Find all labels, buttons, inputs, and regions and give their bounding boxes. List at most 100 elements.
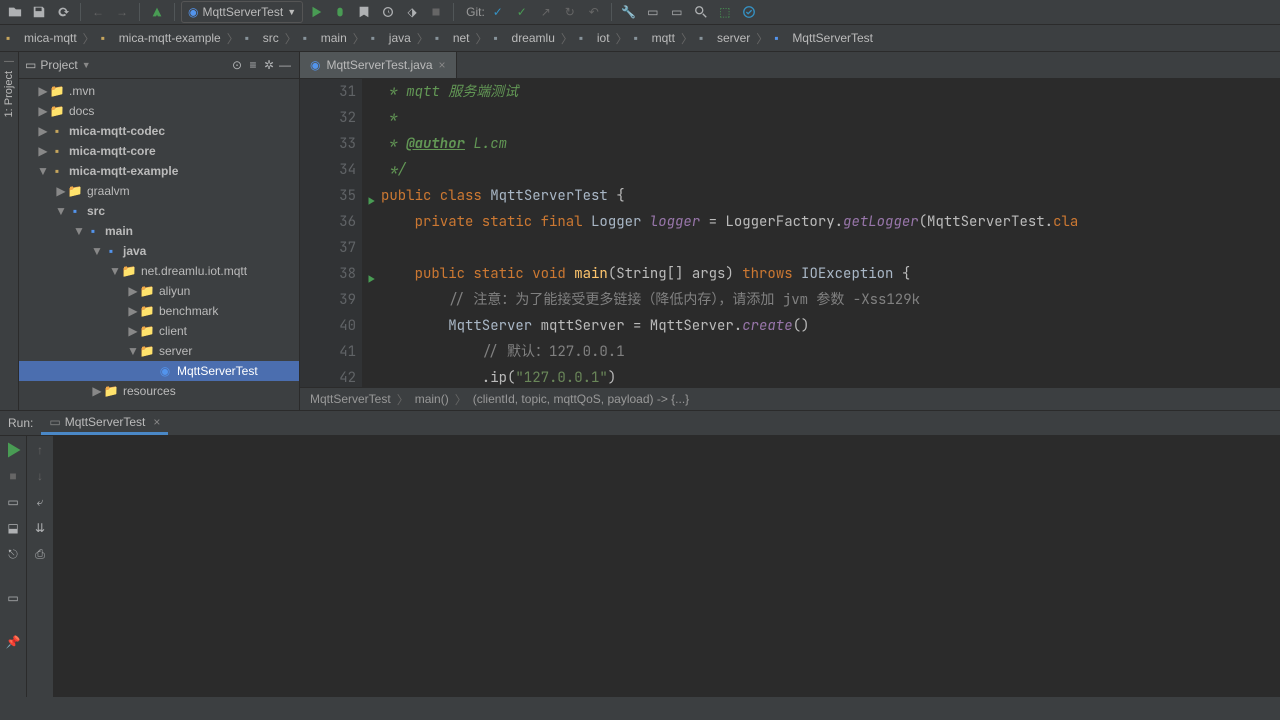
tree-node[interactable]: ▶📁aliyun [19, 281, 299, 301]
layout-icon[interactable]: ▭ [3, 492, 23, 512]
breadcrumb-item[interactable]: ▪mica-mqtt [6, 31, 77, 45]
save-icon[interactable] [28, 1, 50, 23]
push-icon[interactable]: ↗ [535, 1, 557, 23]
project-header: ▭ Project ▼ ⊙ ≡ ✲ — [19, 52, 299, 79]
down-icon[interactable]: ↓ [30, 466, 50, 486]
scroll-icon[interactable]: ⇊ [30, 518, 50, 538]
close-icon[interactable]: × [439, 58, 446, 72]
run-toolbar-right: ↑ ↓ ⤶ ⇊ ⎙ [27, 436, 54, 697]
expand-icon[interactable]: ≡ [245, 57, 261, 73]
search-icon[interactable] [690, 1, 712, 23]
run-icon[interactable] [305, 1, 327, 23]
run-output[interactable] [54, 436, 1280, 697]
tree-node[interactable]: ◉MqttServerTest [19, 361, 299, 381]
dump-icon[interactable]: ▭ [3, 588, 23, 608]
tree-node[interactable]: ▶📁resources [19, 381, 299, 401]
run-header: Run: ▭ MqttServerTest × [0, 411, 1280, 436]
tree-node[interactable]: ▶📁graalvm [19, 181, 299, 201]
up-icon[interactable]: ↑ [30, 440, 50, 460]
target-icon[interactable]: ⊙ [229, 57, 245, 73]
profile-icon[interactable] [377, 1, 399, 23]
editor-area: ◉ MqttServerTest.java × 3132333435363738… [300, 52, 1280, 410]
run-tab-label: MqttServerTest [65, 415, 146, 429]
breadcrumb-item[interactable]: ▪mqtt [634, 31, 675, 45]
breadcrumb-item[interactable]: ▪src [245, 31, 279, 45]
application-icon: ◉ [188, 5, 198, 19]
pushpin-icon[interactable]: 📌 [3, 632, 23, 652]
check-icon[interactable] [738, 1, 760, 23]
tree-node[interactable]: ▼📁net.dreamlu.iot.mqtt [19, 261, 299, 281]
editor-breadcrumbs[interactable]: MqttServerTest〉main()〉(clientId, topic, … [300, 387, 1280, 410]
project-icon: ▭ [25, 58, 36, 72]
tree-node[interactable]: ▶📁.mvn [19, 81, 299, 101]
breadcrumb-item[interactable]: ▪java [371, 31, 411, 45]
run-tab[interactable]: ▭ MqttServerTest × [41, 412, 168, 435]
git-label: Git: [466, 5, 485, 19]
breadcrumb-item[interactable]: ▪server [699, 31, 750, 45]
update-icon[interactable]: ✓ [487, 1, 509, 23]
chevron-down-icon[interactable]: ▼ [82, 60, 91, 70]
stop-icon[interactable]: ■ [3, 466, 23, 486]
wrap-icon[interactable]: ⤶ [30, 492, 50, 512]
gear-icon[interactable]: ✲ [261, 57, 277, 73]
coverage-icon[interactable] [353, 1, 375, 23]
sync-icon[interactable] [52, 1, 74, 23]
tools-icon[interactable]: ▭ [666, 1, 688, 23]
editor-crumb[interactable]: MqttServerTest [310, 392, 391, 406]
breadcrumb-item[interactable]: ▪main [303, 31, 347, 45]
minimize-icon[interactable]: — [4, 56, 14, 67]
commit-icon[interactable]: ✓ [511, 1, 533, 23]
editor-crumb[interactable]: main() [415, 392, 449, 406]
code-editor[interactable]: 313233343536373839404142 * mqtt 服务端测试 * … [300, 79, 1280, 387]
history-icon[interactable]: ↻ [559, 1, 581, 23]
tree-node[interactable]: ▶📁docs [19, 101, 299, 121]
project-tree[interactable]: ▶📁.mvn▶📁docs▶▪mica-mqtt-codec▶▪mica-mqtt… [19, 79, 299, 410]
chevron-down-icon: ▼ [287, 7, 296, 17]
settings-icon[interactable]: 🔧 [618, 1, 640, 23]
project-tool-tab[interactable]: 1: Project [3, 71, 15, 117]
hide-icon[interactable]: — [277, 57, 293, 73]
tree-node[interactable]: ▶▪mica-mqtt-codec [19, 121, 299, 141]
tree-node[interactable]: ▼▪main [19, 221, 299, 241]
open-icon[interactable] [4, 1, 26, 23]
tree-node[interactable]: ▶📁client [19, 321, 299, 341]
breadcrumb-item[interactable]: ▪dreamlu [494, 31, 555, 45]
code-text[interactable]: * mqtt 服务端测试 * * @author L.cm */public c… [363, 79, 1280, 387]
application-icon: ▭ [49, 415, 60, 429]
java-class-icon: ◉ [310, 58, 320, 72]
editor-tab[interactable]: ◉ MqttServerTest.java × [300, 52, 457, 78]
rerun-icon[interactable] [3, 440, 23, 460]
tree-node[interactable]: ▼▪java [19, 241, 299, 261]
left-stripe: — 1: Project [0, 52, 19, 410]
exit-icon[interactable]: ⎋ [3, 544, 23, 564]
rollback-icon[interactable]: ↶ [583, 1, 605, 23]
tree-node[interactable]: ▼▪mica-mqtt-example [19, 161, 299, 181]
run-label: Run: [8, 416, 33, 430]
structure-icon[interactable]: ▭ [642, 1, 664, 23]
attach-icon[interactable]: ⬗ [401, 1, 423, 23]
pin-icon[interactable]: ⬓ [3, 518, 23, 538]
project-title: Project [40, 58, 77, 72]
breadcrumb-item[interactable]: ▪net [435, 31, 470, 45]
navigation-bar: ▪mica-mqtt〉▪mica-mqtt-example〉▪src〉▪main… [0, 25, 1280, 52]
back-icon[interactable]: ← [87, 1, 109, 23]
debug-icon[interactable] [329, 1, 351, 23]
breadcrumb-item[interactable]: ▪iot [579, 31, 610, 45]
build-icon[interactable] [146, 1, 168, 23]
forward-icon[interactable]: → [111, 1, 133, 23]
editor-crumb[interactable]: (clientId, topic, mqttQoS, payload) -> {… [473, 392, 689, 406]
breadcrumb-item[interactable]: ▪mica-mqtt-example [101, 31, 221, 45]
tree-node[interactable]: ▶▪mica-mqtt-core [19, 141, 299, 161]
close-icon[interactable]: × [153, 415, 160, 429]
tree-node[interactable]: ▼▪src [19, 201, 299, 221]
print-icon[interactable]: ⎙ [30, 544, 50, 564]
image-icon[interactable]: ⬚ [714, 1, 736, 23]
run-config-selector[interactable]: ◉ MqttServerTest ▼ [181, 1, 303, 23]
run-toolbar-left: ■ ▭ ⬓ ⎋ ▭ 📌 [0, 436, 27, 697]
project-panel: ▭Project▼ ⊙ ≡ ✲ — ▶📁.mvn▶📁docs▶▪mica-mqt… [19, 52, 300, 410]
tree-node[interactable]: ▼📁server [19, 341, 299, 361]
run-config-label: MqttServerTest [202, 5, 283, 19]
breadcrumb-item[interactable]: ▪MqttServerTest [774, 31, 873, 45]
stop-icon[interactable] [425, 1, 447, 23]
tree-node[interactable]: ▶📁benchmark [19, 301, 299, 321]
